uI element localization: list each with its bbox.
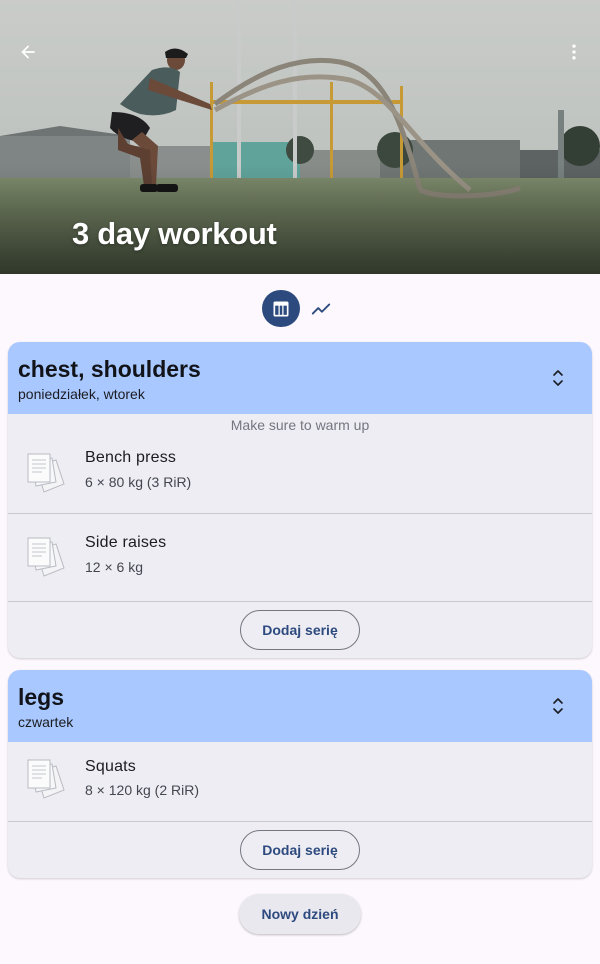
day-card: legs czwartek Squats 8 × 120 kg (2 RiR) … (8, 670, 592, 878)
trending-up-icon (311, 303, 331, 314)
day-header[interactable]: legs czwartek (8, 670, 592, 742)
card-footer: Dodaj serię (8, 602, 592, 658)
table-icon (273, 301, 289, 316)
exercise-detail: 6 × 80 kg (3 RiR) (85, 474, 192, 490)
add-set-button[interactable]: Dodaj serię (240, 830, 360, 870)
exercise-row[interactable]: Side raises 12 × 6 kg (8, 514, 592, 602)
new-day-button[interactable]: Nowy dzień (239, 894, 361, 934)
day-weekdays: czwartek (18, 714, 74, 730)
view-toggle (262, 290, 340, 327)
document-icon (27, 537, 65, 577)
card-footer: Dodaj serię (8, 822, 592, 878)
exercise-row[interactable]: Bench press 6 × 80 kg (3 RiR) (8, 434, 592, 514)
document-icon (27, 759, 65, 799)
day-title: legs (18, 684, 65, 710)
document-icon (27, 453, 65, 493)
exercise-name: Side raises (85, 534, 167, 551)
day-note: Make sure to warm up (230, 417, 370, 433)
table-view-button[interactable] (262, 290, 300, 327)
exercise-name: Bench press (85, 449, 177, 466)
unfold-icon[interactable] (546, 694, 570, 718)
more-vert-icon (572, 44, 576, 60)
exercise-name: Squats (85, 758, 137, 775)
workout-title: 3 day workout (72, 216, 277, 251)
header-image: 3 day workout (0, 0, 600, 274)
unfold-icon[interactable] (546, 366, 570, 390)
arrow-back-icon (21, 45, 35, 59)
day-header[interactable]: chest, shoulders poniedziałek, wtorek (8, 342, 592, 414)
day-card: chest, shoulders poniedziałek, wtorek Ma… (8, 342, 592, 658)
back-button[interactable] (12, 36, 44, 68)
exercise-row[interactable]: Squats 8 × 120 kg (2 RiR) (8, 742, 592, 822)
chart-view-button[interactable] (302, 290, 340, 327)
add-set-button[interactable]: Dodaj serię (240, 610, 360, 650)
day-title: chest, shoulders (18, 356, 201, 382)
exercise-detail: 12 × 6 kg (85, 559, 143, 575)
day-weekdays: poniedziałek, wtorek (18, 386, 145, 402)
exercise-detail: 8 × 120 kg (2 RiR) (85, 782, 199, 798)
more-options-button[interactable] (558, 36, 590, 68)
